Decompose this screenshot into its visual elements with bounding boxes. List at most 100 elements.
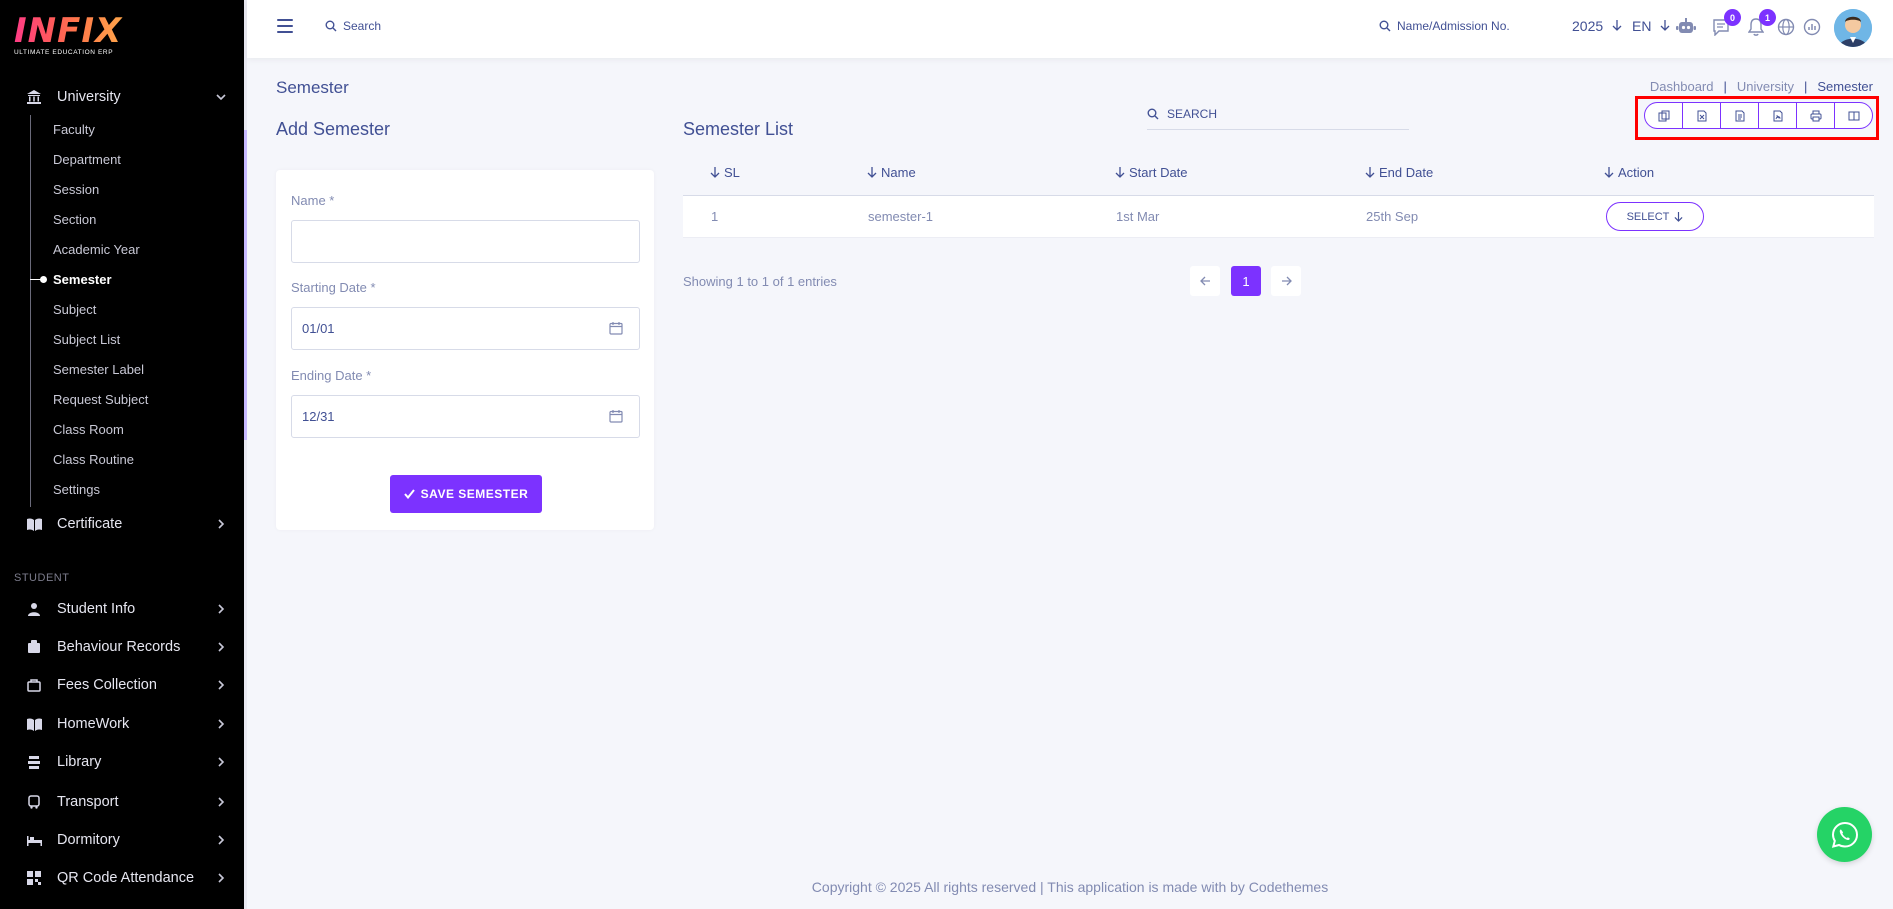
csv-icon bbox=[1735, 110, 1744, 121]
breadcrumb-semester: Semester bbox=[1817, 79, 1873, 94]
sort-arrow-icon bbox=[1115, 167, 1125, 178]
name-field[interactable] bbox=[291, 220, 640, 263]
sidebar-subitem-faculty[interactable]: Faculty bbox=[53, 122, 95, 137]
logo[interactable]: INFIX ULTIMATE EDUCATION ERP bbox=[14, 14, 124, 64]
ending-date-label: Ending Date * bbox=[291, 368, 372, 383]
starting-date-field[interactable]: 01/01 bbox=[291, 307, 640, 350]
sidebar-subitem-request-subject[interactable]: Request Subject bbox=[53, 392, 148, 407]
language-selector[interactable]: EN bbox=[1632, 18, 1670, 34]
logo-subtitle: ULTIMATE EDUCATION ERP bbox=[14, 49, 114, 56]
sidebar-subitem-department[interactable]: Department bbox=[53, 152, 121, 167]
bus-icon bbox=[26, 794, 42, 810]
analytics-icon[interactable] bbox=[1802, 17, 1822, 37]
calendar-icon[interactable] bbox=[609, 321, 623, 335]
sidebar-subitem-subject-list[interactable]: Subject List bbox=[53, 332, 120, 347]
column-header-label: Start Date bbox=[1129, 165, 1188, 180]
save-semester-label: SAVE SEMESTER bbox=[420, 487, 529, 501]
robot-icon[interactable] bbox=[1676, 17, 1696, 37]
previous-page-button[interactable] bbox=[1190, 266, 1220, 296]
sidebar-subitem-class-room[interactable]: Class Room bbox=[53, 422, 124, 437]
chevron-right-icon bbox=[216, 717, 226, 732]
year-selector[interactable]: 2025 bbox=[1572, 18, 1622, 34]
sidebar-item-student-info[interactable]: Student Info bbox=[0, 594, 244, 624]
sidebar-item-library[interactable]: Library bbox=[0, 747, 244, 777]
sidebar-item-fees-collection[interactable]: Fees Collection bbox=[0, 670, 244, 700]
cell-end-date: 25th Sep bbox=[1366, 209, 1419, 224]
excel-button[interactable] bbox=[1683, 103, 1721, 128]
arrow-down-icon bbox=[1660, 20, 1670, 31]
column-header-start-date[interactable]: Start Date bbox=[1115, 165, 1188, 180]
select-action-button[interactable]: SELECT bbox=[1606, 202, 1704, 231]
table-search-placeholder: SEARCH bbox=[1167, 106, 1218, 121]
table-header: SL Name Start Date End Date Action bbox=[683, 150, 1874, 196]
starting-date-value: 01/01 bbox=[302, 321, 335, 336]
calendar-icon[interactable] bbox=[609, 409, 623, 423]
search-placeholder: Search bbox=[343, 19, 382, 33]
sidebar-subitem-subject[interactable]: Subject bbox=[53, 302, 96, 317]
sidebar-item-university[interactable]: University bbox=[0, 82, 244, 112]
sidebar-item-behaviour-records[interactable]: Behaviour Records bbox=[0, 632, 244, 662]
sidebar-subitem-semester[interactable]: Semester bbox=[53, 272, 112, 287]
sort-arrow-icon bbox=[1365, 167, 1375, 178]
library-icon bbox=[26, 754, 42, 770]
bell-icon[interactable]: 1 bbox=[1746, 9, 1776, 37]
sidebar-item-qr-code-attendance[interactable]: QR Code Attendance bbox=[0, 863, 244, 893]
column-visibility-button[interactable] bbox=[1835, 103, 1872, 128]
global-search[interactable]: Search bbox=[325, 19, 381, 33]
sidebar-item-transport[interactable]: Transport bbox=[0, 787, 244, 817]
copy-button[interactable] bbox=[1645, 103, 1683, 128]
page-title: Semester bbox=[276, 78, 349, 97]
sidebar-item-label: QR Code Attendance bbox=[57, 870, 195, 886]
sidebar-item-label: Fees Collection bbox=[57, 677, 157, 693]
search-icon bbox=[1147, 108, 1159, 119]
globe-icon[interactable] bbox=[1776, 17, 1796, 37]
chevron-right-icon bbox=[216, 755, 226, 770]
sidebar-scrollbar[interactable] bbox=[244, 130, 247, 440]
qr-icon bbox=[26, 870, 42, 886]
sidebar-item-dormitory[interactable]: Dormitory bbox=[0, 825, 244, 855]
menu-toggle-icon[interactable] bbox=[277, 19, 293, 33]
column-header-end-date[interactable]: End Date bbox=[1365, 165, 1433, 180]
table-search-input[interactable]: SEARCH bbox=[1147, 98, 1409, 130]
next-page-button[interactable] bbox=[1271, 266, 1301, 296]
avatar[interactable] bbox=[1834, 9, 1872, 47]
breadcrumb-dashboard[interactable]: Dashboard bbox=[1650, 79, 1714, 94]
sidebar-item-label: University bbox=[57, 89, 121, 105]
admission-search[interactable]: Name/Admission No. bbox=[1379, 19, 1510, 33]
excel-icon bbox=[1697, 110, 1706, 121]
sidebar-subitem-settings[interactable]: Settings bbox=[53, 482, 100, 497]
bed-icon bbox=[26, 832, 42, 848]
sidebar-item-homework[interactable]: HomeWork bbox=[0, 709, 244, 739]
csv-button[interactable] bbox=[1721, 103, 1759, 128]
page-1-button[interactable]: 1 bbox=[1231, 266, 1261, 296]
check-icon bbox=[403, 489, 415, 499]
breadcrumb: Dashboard | University | Semester bbox=[1650, 79, 1873, 94]
columns-icon bbox=[1848, 111, 1859, 120]
save-semester-button[interactable]: SAVE SEMESTER bbox=[390, 475, 542, 513]
column-header-sl[interactable]: SL bbox=[710, 165, 740, 180]
sidebar-subitem-section[interactable]: Section bbox=[53, 212, 96, 227]
chat-icon[interactable]: 0 bbox=[1711, 9, 1741, 37]
ending-date-field[interactable]: 12/31 bbox=[291, 395, 640, 438]
fees-icon bbox=[26, 677, 42, 693]
print-button[interactable] bbox=[1797, 103, 1835, 128]
arrow-down-icon bbox=[1612, 20, 1622, 31]
pdf-icon bbox=[1773, 110, 1782, 121]
sidebar-item-label: Behaviour Records bbox=[57, 639, 181, 655]
pdf-button[interactable] bbox=[1759, 103, 1797, 128]
whatsapp-button[interactable] bbox=[1817, 807, 1872, 862]
sidebar-subitem-class-routine[interactable]: Class Routine bbox=[53, 452, 134, 467]
chevron-right-icon bbox=[216, 517, 226, 532]
column-header-action[interactable]: Action bbox=[1604, 165, 1654, 180]
column-header-name[interactable]: Name bbox=[867, 165, 916, 180]
active-indicator bbox=[30, 276, 47, 283]
breadcrumb-university[interactable]: University bbox=[1737, 79, 1794, 94]
chevron-right-icon bbox=[216, 640, 226, 655]
user-icon bbox=[26, 601, 42, 617]
footer-copyright: Copyright © 2025 All rights reserved | T… bbox=[811, 879, 1329, 895]
sidebar-subitem-session[interactable]: Session bbox=[53, 182, 99, 197]
sidebar-item-certificate[interactable]: Certificate bbox=[0, 509, 244, 539]
chevron-down-icon bbox=[216, 90, 226, 105]
sidebar-subitem-academic-year[interactable]: Academic Year bbox=[53, 242, 140, 257]
sidebar-subitem-semester-label[interactable]: Semester Label bbox=[53, 362, 144, 377]
